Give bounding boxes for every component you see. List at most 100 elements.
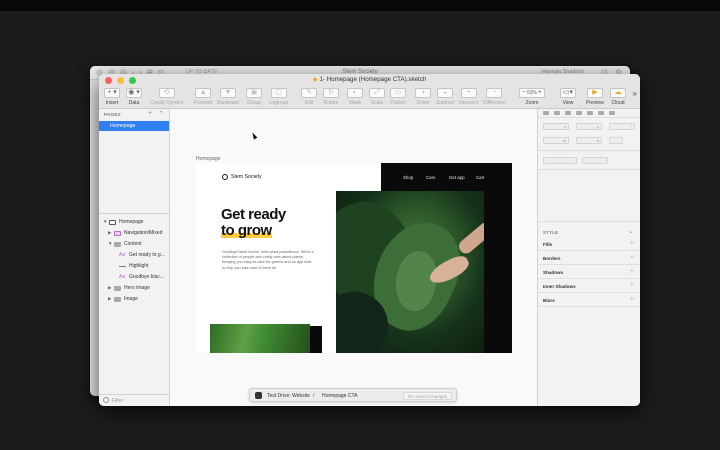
toolbar-create-symbol-button[interactable]: ⟲ Create Symbol xyxy=(150,88,183,106)
page-item-homepage[interactable]: Homepage xyxy=(99,121,169,131)
align-middle-icon[interactable] xyxy=(587,111,593,115)
add-page-icon[interactable]: + xyxy=(148,110,152,118)
toolbar-difference-button[interactable]: ◔ Difference xyxy=(483,88,506,106)
hero-image[interactable] xyxy=(336,191,484,353)
flatten-icon: ▭ xyxy=(390,88,406,98)
disclosure-closed-icon[interactable]: ▶ xyxy=(108,228,111,238)
play-icon: ▶ xyxy=(586,88,603,98)
artboard-label[interactable]: Homepage xyxy=(196,156,220,162)
add-icon[interactable]: + xyxy=(630,254,634,261)
toolbar-union-button[interactable]: ◑ Union xyxy=(415,88,431,106)
cloud-button[interactable]: ☁ Cloud xyxy=(610,88,626,106)
nav-shop[interactable]: Shop xyxy=(403,175,413,180)
layer-name: Image xyxy=(124,296,138,302)
nav-care[interactable]: Care xyxy=(426,175,436,180)
nav-get-app[interactable]: Get app xyxy=(449,175,465,180)
layer-row[interactable]: Aa Get ready to g... xyxy=(99,250,169,260)
pages-header: PAGES xyxy=(104,112,121,117)
layer-name: Navigation/Mixed xyxy=(124,230,163,236)
document-name[interactable]: Homepage CTA xyxy=(322,393,357,399)
artboard-homepage[interactable]: Stem Society Shop Care Get app Cart Get … xyxy=(196,163,512,353)
cloud-icon: ☁ xyxy=(610,88,626,98)
align-left-icon[interactable] xyxy=(543,111,549,115)
filter-bar[interactable]: Filter xyxy=(99,394,169,406)
layer-row[interactable]: ▶ Hero image xyxy=(99,283,169,293)
add-icon[interactable]: + xyxy=(630,282,634,289)
disclosure-open-icon[interactable]: ▼ xyxy=(103,217,107,227)
layer-row[interactable]: Aa Goodbye blac... xyxy=(99,272,169,282)
toolbar-scale-button[interactable]: ⤢ Scale xyxy=(369,88,385,106)
brand-logo[interactable]: Stem Society xyxy=(222,174,262,180)
nav-cart[interactable]: Cart xyxy=(476,175,484,180)
align-bottom-icon[interactable] xyxy=(598,111,604,115)
toolbar-forward-button[interactable]: ▲ Forward xyxy=(194,88,212,106)
collapse-pages-icon[interactable]: ⌃ xyxy=(158,110,164,118)
toolbar-mask-button[interactable]: ◐ Mask xyxy=(347,88,363,106)
canvas[interactable]: Homepage Stem Society Shop Care Get app … xyxy=(170,109,537,406)
lock-ratio-toggle[interactable] xyxy=(609,137,623,144)
section-inner-shadows[interactable]: Inner Shadows + xyxy=(538,279,640,293)
toolbar-data-button[interactable]: ◉ ▾ Data xyxy=(126,88,142,106)
status-bar: Test Drive: Website / Homepage CTA No Sa… xyxy=(249,388,457,402)
disclosure-closed-icon[interactable]: ▶ xyxy=(108,294,111,304)
layer-row[interactable]: ▶ Image xyxy=(99,294,169,304)
align-right-icon[interactable] xyxy=(565,111,571,115)
toolbar-backward-button[interactable]: ▼ Backward xyxy=(217,88,239,106)
view-button[interactable]: ▭▾ View xyxy=(560,88,576,106)
chevron-down-icon[interactable]: ⌄ xyxy=(628,227,634,235)
align-top-icon[interactable] xyxy=(576,111,582,115)
section-blurs[interactable]: Blurs + xyxy=(538,293,640,307)
toolbar-ungroup-button[interactable]: ▢ Ungroup xyxy=(269,88,288,106)
disclosure-open-icon[interactable]: ▼ xyxy=(108,239,112,249)
toolbar-flatten-button[interactable]: ▭ Flatten xyxy=(390,88,406,106)
headline[interactable]: Get ready to grow xyxy=(221,207,286,239)
layer-name: Highlight xyxy=(129,263,149,269)
layer-row[interactable]: ▼ Content xyxy=(99,239,169,249)
inspector-panel: x y ° w h STYLE ⌄ Fills + Borders + Shadows +… xyxy=(537,109,640,406)
add-icon[interactable]: + xyxy=(630,240,634,247)
add-icon[interactable]: + xyxy=(630,268,634,275)
section-fills[interactable]: Fills + xyxy=(538,237,640,251)
toolbar-rotate-button[interactable]: ↻ Rotate xyxy=(323,88,339,106)
bottom-leaf-image[interactable] xyxy=(210,324,310,353)
layer-name: Get ready to g... xyxy=(129,252,165,258)
toolbar-insert-button[interactable]: + ▾ Insert xyxy=(104,88,120,106)
toolbar-intersect-button[interactable]: ◓ Intersect xyxy=(459,88,478,106)
layer-name: Content xyxy=(124,241,142,247)
toolbar-overflow-icon[interactable]: » xyxy=(633,89,637,98)
layer-row[interactable]: ▼ Homepage xyxy=(99,217,169,227)
section-shadows[interactable]: Shadows + xyxy=(538,265,640,279)
folder-icon xyxy=(114,285,121,291)
layer-row[interactable]: ▶ Navigation/Mixed xyxy=(99,228,169,238)
layer-row[interactable]: Highlight xyxy=(99,261,169,271)
height-field[interactable]: h xyxy=(576,137,602,144)
preview-button[interactable]: ▶ Preview xyxy=(586,88,604,106)
rotation-field[interactable]: ° xyxy=(609,123,635,130)
toolbar-subtract-button[interactable]: ◒ Subtract xyxy=(436,88,455,106)
x-field[interactable]: x xyxy=(543,123,569,130)
pages-divider xyxy=(99,213,169,214)
y-field[interactable]: y xyxy=(576,123,602,130)
align-center-icon[interactable] xyxy=(554,111,560,115)
symbol-override-field[interactable] xyxy=(543,157,577,164)
add-icon[interactable]: + xyxy=(630,296,634,303)
filter-input[interactable]: Filter xyxy=(112,398,123,404)
distribute-icon[interactable] xyxy=(609,111,615,115)
union-icon: ◑ xyxy=(415,88,431,98)
subtract-icon: ◒ xyxy=(437,88,454,98)
folder-icon xyxy=(114,296,121,302)
workspace-name[interactable]: Test Drive: Website xyxy=(267,393,310,399)
body-copy[interactable]: Goodbye black thumb, hello plant parenth… xyxy=(222,250,314,271)
workspace-icon xyxy=(255,392,262,399)
width-field[interactable]: w xyxy=(543,137,569,144)
zoom-control[interactable]: −53% + Zoom xyxy=(519,88,545,106)
resizing-field[interactable] xyxy=(582,157,608,164)
section-borders[interactable]: Borders + xyxy=(538,251,640,265)
toolbar-group-button[interactable]: ▣ Group xyxy=(246,88,262,106)
backward-icon: ▼ xyxy=(219,88,236,98)
arm xyxy=(456,219,484,257)
disclosure-closed-icon[interactable]: ▶ xyxy=(108,283,111,293)
toolbar: + ▾ Insert ◉ ▾ Data ⟲ Create Symbol ▲ Forward ▼ B… xyxy=(99,86,640,109)
difference-icon: ◔ xyxy=(486,88,503,98)
toolbar-edit-button[interactable]: ✎ Edit xyxy=(301,88,317,106)
